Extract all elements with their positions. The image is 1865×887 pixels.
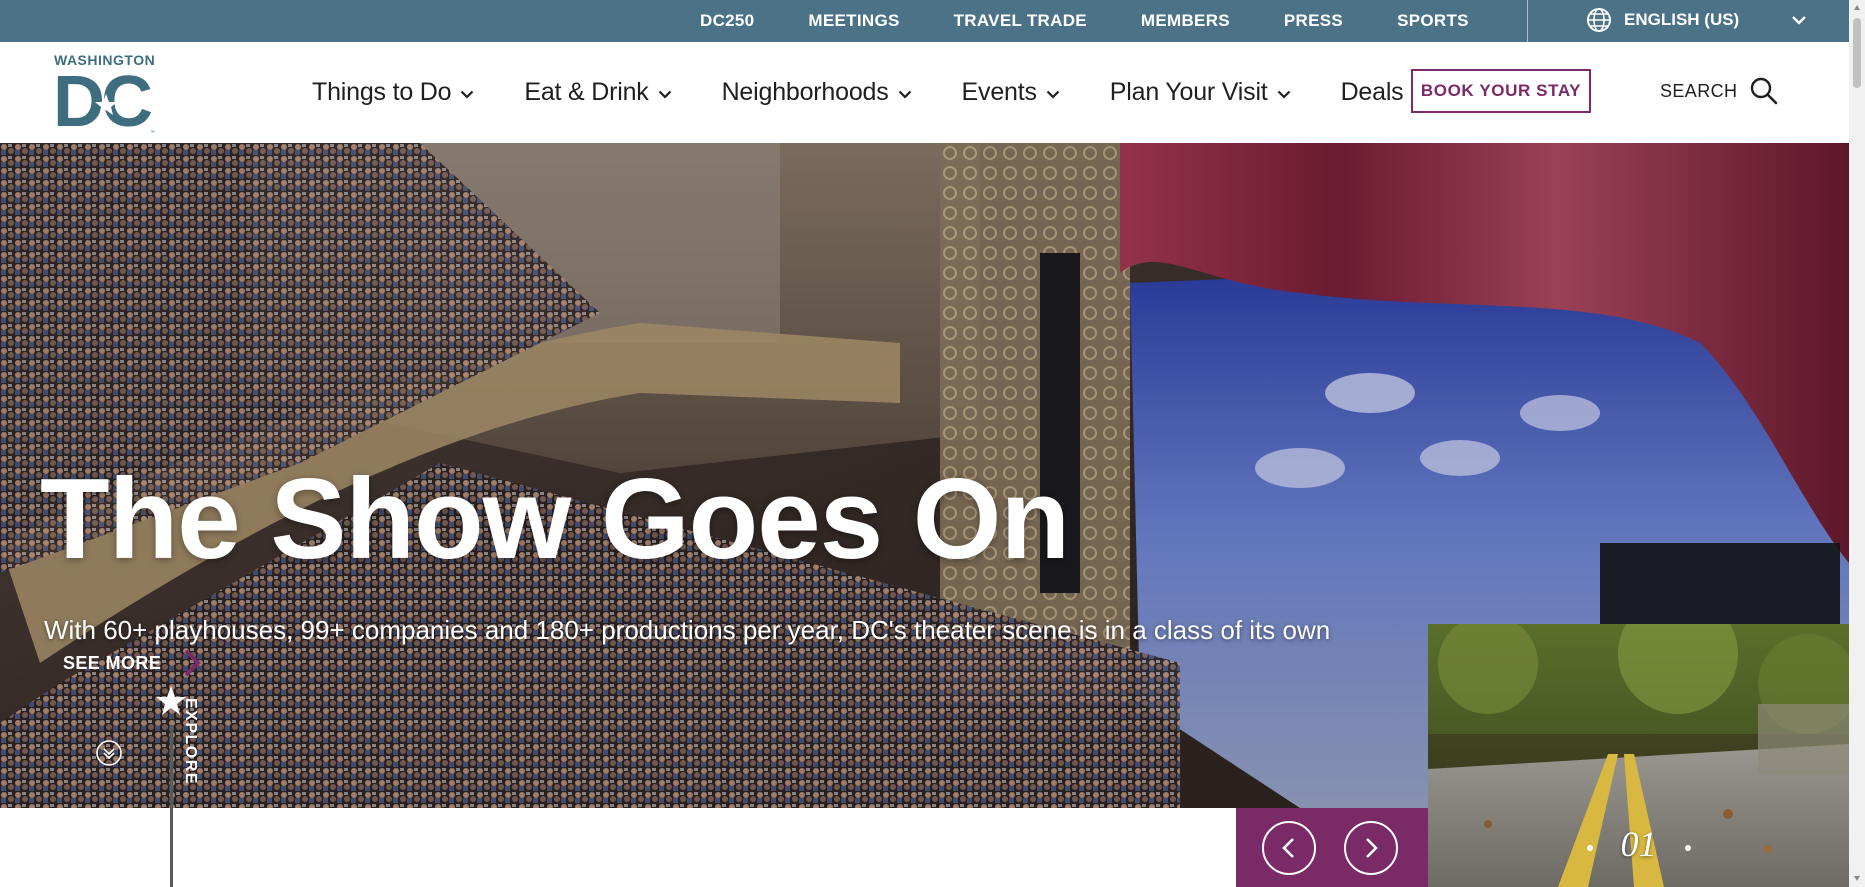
nav-label: Neighborhoods: [721, 78, 889, 106]
nav-deals[interactable]: Deals: [1341, 78, 1404, 107]
scroll-down-arrow-icon[interactable]: [1853, 874, 1861, 882]
logo-dc-mark: DC: [53, 68, 156, 132]
nav-plan-your-visit[interactable]: Plan Your Visit: [1110, 78, 1291, 107]
scroll-down-icon[interactable]: [95, 739, 123, 767]
scrollbar-thumb[interactable]: [1853, 18, 1861, 88]
hero-title: The Show Goes On: [40, 456, 1070, 583]
nav-label: Eat & Drink: [524, 78, 649, 106]
nav-label: Plan Your Visit: [1109, 78, 1268, 106]
explore-line: [170, 725, 173, 887]
utility-divider: [1527, 0, 1528, 42]
slider-controls: [1236, 808, 1428, 887]
chevron-down-icon: [658, 90, 671, 99]
main-nav: Things to Do Eat & Drink Neighborhoods E…: [312, 42, 1453, 143]
see-more-label: SEE MORE: [63, 652, 162, 673]
chevron-down-icon: [1046, 90, 1060, 99]
utility-link-members[interactable]: MEMBERS: [1141, 11, 1230, 31]
nav-things-to-do[interactable]: Things to Do: [312, 78, 474, 107]
see-more-link[interactable]: SEE MORE: [63, 648, 202, 678]
next-slide-button[interactable]: [1344, 821, 1398, 875]
language-selector[interactable]: ENGLISH (US): [1586, 0, 1807, 40]
language-label: ENGLISH (US): [1624, 10, 1740, 29]
chevron-right-icon: [1366, 838, 1378, 858]
nav-neighborhoods[interactable]: Neighborhoods: [722, 78, 912, 107]
search-button[interactable]: SEARCH: [1660, 67, 1779, 115]
logo-trademark: ™: [150, 130, 155, 136]
utility-bar: DC250 MEETINGS TRAVEL TRADE MEMBERS PRES…: [0, 0, 1849, 42]
hero-subtitle: With 60+ playhouses, 99+ companies and 1…: [44, 615, 1331, 645]
nav-label: Deals: [1340, 78, 1404, 106]
scroll-up-arrow-icon[interactable]: [1853, 4, 1861, 12]
chevron-right-icon: [184, 649, 202, 677]
utility-link-press[interactable]: PRESS: [1284, 11, 1343, 31]
chevron-down-icon: [898, 90, 911, 99]
nav-label: Things to Do: [312, 78, 452, 106]
utility-link-meetings[interactable]: MEETINGS: [808, 11, 899, 31]
logo-washington-text: WASHINGTON: [54, 52, 156, 68]
chevron-down-icon: [1277, 90, 1290, 99]
logo-dc-text: DC: [53, 68, 152, 132]
search-icon: [1751, 77, 1778, 105]
nav-label: Events: [961, 78, 1037, 106]
chevron-down-icon: [461, 90, 474, 99]
main-header: WASHINGTON DC ™ Things to Do Eat & Drink…: [0, 42, 1849, 143]
book-your-stay-button[interactable]: BOOK YOUR STAY: [1411, 69, 1591, 113]
slide-dot: [1684, 844, 1691, 851]
next-slide-thumbnail[interactable]: 01: [1428, 624, 1849, 887]
utility-link-travel-trade[interactable]: TRAVEL TRADE: [954, 11, 1087, 31]
globe-icon: [1587, 8, 1611, 32]
chevron-left-icon: [1282, 838, 1294, 858]
search-label: SEARCH: [1660, 80, 1738, 101]
previous-slide-button[interactable]: [1262, 821, 1316, 875]
chevron-down-icon: [1792, 16, 1807, 25]
washington-dc-logo[interactable]: WASHINGTON DC ™: [53, 52, 163, 136]
slide-dot: [1586, 844, 1593, 851]
explore-link[interactable]: EXPLORE: [181, 698, 199, 785]
utility-link-dc250[interactable]: DC250: [700, 11, 754, 31]
page-scrollbar[interactable]: [1849, 0, 1865, 887]
slide-counter: 01: [1428, 823, 1849, 865]
nav-eat-drink[interactable]: Eat & Drink: [524, 78, 671, 107]
slide-number: 01: [1620, 824, 1657, 864]
utility-links: DC250 MEETINGS TRAVEL TRADE MEMBERS PRES…: [700, 0, 1523, 42]
utility-link-sports[interactable]: SPORTS: [1397, 11, 1469, 31]
nav-events[interactable]: Events: [962, 78, 1060, 107]
